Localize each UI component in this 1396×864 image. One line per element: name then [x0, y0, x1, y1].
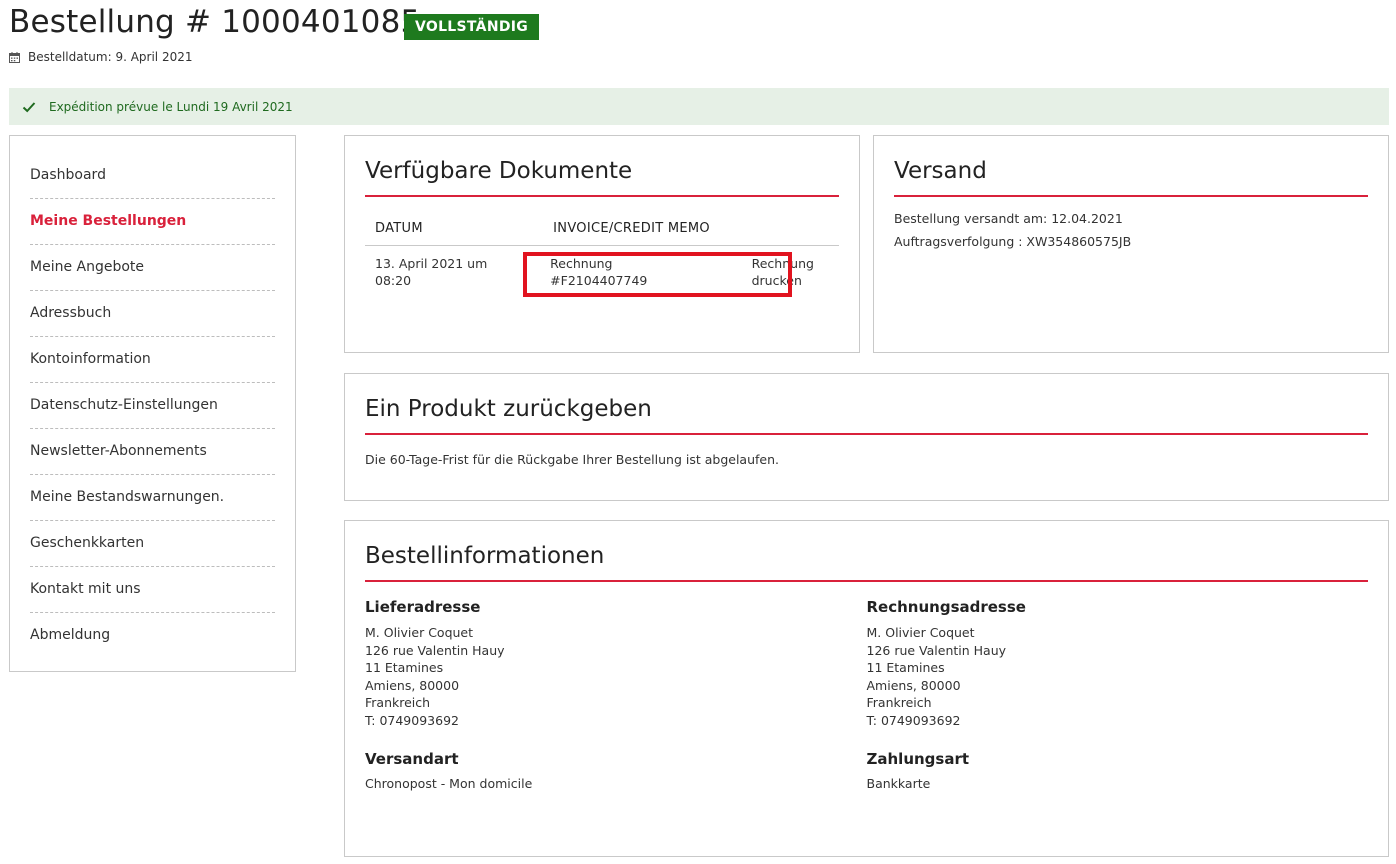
sidebar-item-stock-alerts[interactable]: Meine Bestandswarnungen. — [30, 475, 275, 521]
order-info-title: Bestellinformationen — [365, 521, 1368, 582]
address-line: M. Olivier Coquet — [866, 625, 975, 640]
sidebar-item-privacy-settings[interactable]: Datenschutz-Einstellungen — [30, 383, 275, 429]
order-date: Bestelldatum: 9. April 2021 — [9, 50, 193, 64]
shipping-address-heading: Lieferadresse — [365, 598, 481, 616]
calendar-icon — [9, 51, 20, 63]
return-panel: Ein Produkt zurückgeben Die 60-Tage-Fris… — [344, 373, 1389, 501]
billing-column: Rechnungsadresse M. Olivier Coquet 126 r… — [867, 598, 1369, 791]
notice-text: Expédition prévue le Lundi 19 Avril 2021 — [49, 99, 293, 114]
column-header-invoice: INVOICE/CREDIT MEMO — [543, 210, 839, 246]
status-badge: VOLLSTÄNDIG — [404, 14, 540, 40]
order-info-panel: Bestellinformationen Lieferadresse M. Ol… — [344, 520, 1389, 857]
sidebar-item-my-quotes[interactable]: Meine Angebote — [30, 245, 275, 291]
sidebar-item-my-orders[interactable]: Meine Bestellungen — [30, 199, 275, 245]
billing-address: M. Olivier Coquet 126 rue Valentin Hauy … — [867, 624, 1369, 730]
shipping-address: M. Olivier Coquet 126 rue Valentin Hauy … — [365, 624, 867, 730]
address-line: 11 Etamines — [866, 660, 945, 676]
sidebar-item-newsletter[interactable]: Newsletter-Abonnements — [30, 429, 275, 475]
address-line: Amiens, 80000 — [365, 677, 460, 693]
shipping-method-block: Versandart Chronopost - Mon domicile — [365, 750, 867, 791]
page-title: Bestellung # 1000401085 — [9, 4, 421, 40]
highlight-box — [523, 252, 792, 297]
shipping-method-value: Chronopost - Mon domicile — [365, 775, 533, 791]
address-phone: T: 0749093692 — [866, 712, 961, 728]
sidebar-item-address-book[interactable]: Adressbuch — [30, 291, 275, 337]
check-icon — [22, 101, 36, 112]
address-line: M. Olivier Coquet — [365, 625, 474, 640]
billing-address-heading: Rechnungsadresse — [866, 598, 1026, 616]
sidebar-item-gift-cards[interactable]: Geschenkkarten — [30, 521, 275, 567]
address-line: Frankreich — [365, 695, 431, 711]
shipping-title: Versand — [894, 136, 1368, 197]
shipped-date: Bestellung versandt am: 12.04.2021 — [894, 211, 1123, 226]
shipping-column: Lieferadresse M. Olivier Coquet 126 rue … — [365, 598, 867, 791]
order-info-grid: Lieferadresse M. Olivier Coquet 126 rue … — [365, 598, 1368, 791]
shipping-panel: Versand Bestellung versandt am: 12.04.20… — [873, 135, 1389, 353]
address-line: 126 rue Valentin Hauy — [866, 642, 1007, 658]
payment-method-block: Zahlungsart Bankkarte — [867, 750, 1369, 791]
order-page: Bestellung # 1000401085 VOLLSTÄNDIG Best… — [0, 0, 1396, 864]
shipping-notice: Expédition prévue le Lundi 19 Avril 2021 — [9, 88, 1389, 125]
address-line: 126 rue Valentin Hauy — [365, 642, 505, 658]
address-line: Frankreich — [866, 695, 932, 711]
address-phone: T: 0749093692 — [365, 712, 459, 728]
return-title: Ein Produkt zurückgeben — [365, 374, 1368, 435]
document-date: 13. April 2021 um 08:20 — [375, 256, 488, 288]
address-line: 11 Etamines — [365, 660, 444, 676]
column-header-date: DATUM — [365, 210, 544, 246]
address-line: Amiens, 80000 — [866, 677, 961, 693]
return-message: Die 60-Tage-Frist für die Rückgabe Ihrer… — [365, 452, 779, 467]
documents-title: Verfügbare Dokumente — [365, 136, 839, 197]
sidebar-item-contact[interactable]: Kontakt mit uns — [30, 567, 275, 613]
tracking-number: Auftragsverfolgung : XW354860575JB — [894, 234, 1132, 249]
sidebar-item-dashboard[interactable]: Dashboard — [30, 153, 275, 199]
documents-panel: Verfügbare Dokumente DATUM INVOICE/CREDI… — [344, 135, 860, 353]
account-sidebar: Dashboard Meine Bestellungen Meine Angeb… — [9, 135, 296, 672]
payment-method-heading: Zahlungsart — [866, 749, 970, 768]
sidebar-item-account-info[interactable]: Kontoinformation — [30, 337, 275, 383]
shipping-method-heading: Versandart — [365, 749, 459, 768]
payment-method-value: Bankkarte — [866, 775, 931, 791]
sidebar-item-logout[interactable]: Abmeldung — [30, 613, 275, 659]
table-header-row: DATUM INVOICE/CREDIT MEMO — [365, 210, 839, 246]
order-date-text: Bestelldatum: 9. April 2021 — [28, 50, 193, 64]
